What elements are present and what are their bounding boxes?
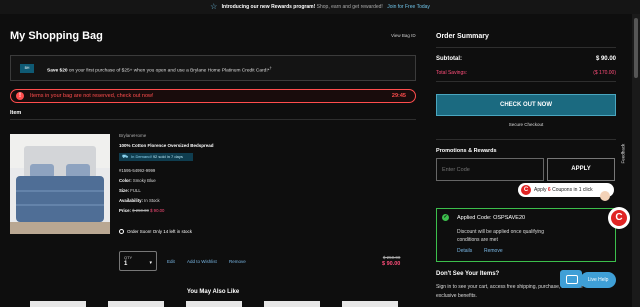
quantity-select[interactable]: QTY 1 ▾: [119, 251, 157, 271]
divider: [436, 139, 616, 140]
feedback-tab[interactable]: Feedback: [617, 135, 626, 165]
divider: [436, 47, 616, 48]
price-sale: $ 90.00: [150, 208, 165, 213]
product-price: Price: $ 250.00 $ 90.00: [119, 208, 165, 213]
secure-checkout-label: Secure Checkout: [508, 122, 544, 127]
alert-icon: !: [16, 92, 24, 100]
recommendation-thumb[interactable]: [186, 301, 242, 307]
page-title: My Shopping Bag: [10, 30, 103, 42]
coupon-extension-logo: C: [521, 185, 531, 195]
banner-sub: Shop, earn and get rewarded!: [316, 4, 383, 10]
promo-text: Save $20 on your first purchase of $25+ …: [47, 65, 272, 74]
you-may-also-like-heading: You May Also Like: [186, 289, 240, 295]
divider: [436, 81, 616, 82]
qty-value: 1: [124, 261, 128, 267]
savings-row: Total Savings: ($ 170.00): [436, 70, 616, 76]
item-heading: Item: [10, 110, 22, 116]
divider: [10, 119, 416, 120]
subtotal-row: Subtotal: $ 90.00: [436, 56, 616, 62]
details-link[interactable]: Details: [457, 248, 472, 254]
recommendation-thumb[interactable]: [264, 301, 320, 307]
product-name[interactable]: 100% Cotton Florence Oversized Bedspread: [119, 143, 214, 148]
line-original-price: $ 250.00: [382, 255, 401, 260]
rewards-banner: ☆ Introducing our new Rewards program! S…: [0, 0, 640, 14]
checkout-button[interactable]: CHECK OUT NOW: [436, 94, 616, 116]
recommendation-thumb[interactable]: [108, 301, 164, 307]
product-image[interactable]: [10, 134, 110, 234]
recommendation-thumb[interactable]: [30, 301, 86, 307]
credit-card-icon: BH: [20, 64, 34, 73]
line-sale-price: $ 90.00: [382, 261, 401, 267]
in-demand-badge: ⛟ In Demand! 92 sold in 7 days: [119, 153, 193, 161]
countdown-timer: 29:45: [391, 93, 406, 99]
star-icon: ☆: [210, 2, 218, 11]
sold-count: 92 sold in 7 days: [152, 154, 183, 159]
reservation-alert: ! Items in your bag are not reserved, ch…: [10, 89, 416, 103]
price-original: $ 250.00: [132, 208, 149, 213]
coupon-extension-badge[interactable]: C: [608, 207, 630, 229]
recommendation-thumb[interactable]: [342, 301, 398, 307]
apply-coupons-popup[interactable]: C Apply 6 Coupons in 1 click: [518, 183, 614, 201]
product-brand: BrylaneHome: [119, 133, 147, 138]
clock-icon: [119, 229, 124, 234]
applied-code-text: Applied Code: OSPSAVE20: [457, 215, 526, 221]
alert-message: Items in your bag are not reserved, chec…: [30, 93, 154, 99]
edit-link[interactable]: Edit: [167, 259, 175, 264]
add-to-wishlist-link[interactable]: Add to Wishlist: [187, 259, 217, 264]
subtotal-value: $ 90.00: [595, 56, 616, 62]
live-help-button[interactable]: Live Help: [580, 272, 616, 288]
promo-rest: on your first purchase of $25+ when you …: [67, 68, 270, 74]
qty-label: QTY: [124, 255, 133, 260]
line-total: $ 250.00 $ 90.00: [382, 255, 400, 267]
promo-code-input[interactable]: [436, 158, 544, 181]
hand-pointer-icon: [600, 191, 610, 201]
dont-see-items-title: Don't See Your Items?: [436, 271, 500, 277]
credit-card-promo: BH Save $20 on your first purchase of $2…: [10, 55, 416, 81]
product-size: Size: FULL: [119, 188, 141, 193]
product-availability: Availability: In Stock: [119, 198, 160, 203]
join-link[interactable]: Join for Free Today: [387, 4, 430, 10]
remove-link[interactable]: Remove: [229, 259, 246, 264]
scrollbar-thumb[interactable]: [634, 18, 638, 78]
product-color: Color: Smoky Blue: [119, 178, 156, 183]
savings-value: ($ 170.00): [593, 70, 616, 76]
promotions-title: Promotions & Rewards: [436, 148, 497, 154]
remove-code-link[interactable]: Remove: [484, 248, 503, 254]
applied-description: Discount will be applied once qualifying…: [457, 229, 544, 243]
banner-intro: Introducing our new Rewards program!: [221, 4, 316, 10]
apply-button[interactable]: APPLY: [547, 158, 615, 181]
in-demand-label: In Demand!: [131, 154, 152, 159]
product-sku: #1595-54992-9999: [119, 168, 156, 173]
stock-warning: Order Soon! Only 14 left in stock: [119, 229, 192, 234]
applied-code-panel: ✓ Applied Code: OSPSAVE20 Discount will …: [436, 208, 616, 262]
chat-icon[interactable]: [560, 270, 582, 288]
chevron-down-icon: ▾: [149, 260, 152, 266]
promo-bold: Save $20: [47, 68, 68, 74]
cart-icon: ⛟: [122, 154, 129, 160]
promo-sup: †: [269, 65, 272, 70]
check-icon: ✓: [442, 214, 449, 221]
view-bag-id-link[interactable]: View Bag ID: [391, 33, 416, 38]
order-summary-title: Order Summary: [436, 33, 489, 40]
